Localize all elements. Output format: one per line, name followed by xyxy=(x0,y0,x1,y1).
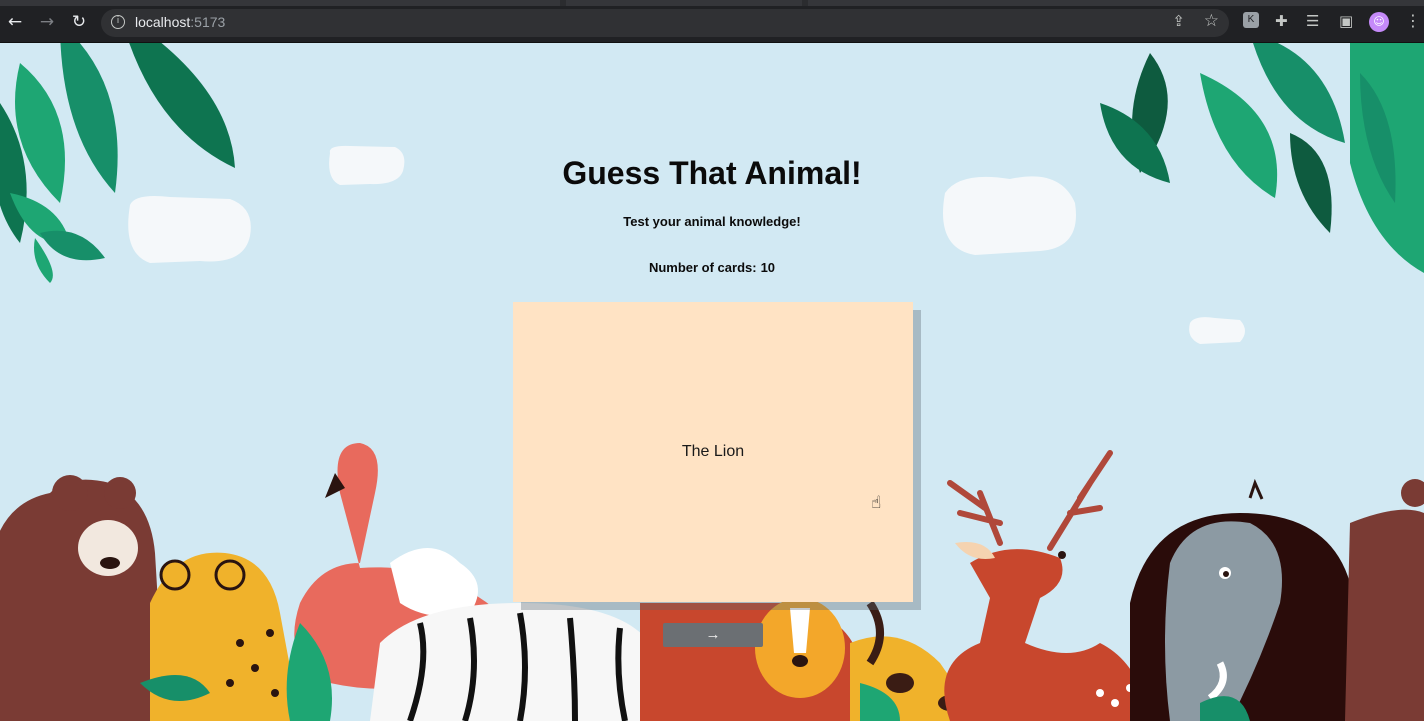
side-panel-icon[interactable]: ▣ xyxy=(1339,12,1353,30)
extension-k-icon[interactable]: K xyxy=(1243,12,1259,28)
browser-toolbar: ← → ↻ i localhost:5173 ⇪ ☆ K ✚ ☰ ▣ ☺ ⋮ xyxy=(0,0,1424,43)
star-icon[interactable]: ☆ xyxy=(1204,11,1219,31)
avatar[interactable]: ☺ xyxy=(1369,12,1389,32)
media-icon[interactable]: ☰ xyxy=(1306,12,1319,30)
next-card-button[interactable]: → xyxy=(663,623,763,647)
card-count-label: Number of cards: xyxy=(648,260,757,275)
page-subtitle: Test your animal knowledge! xyxy=(623,214,801,229)
hand-cursor-icon: ☝ xyxy=(871,493,882,513)
flashcard-text: The Lion xyxy=(681,443,745,460)
share-icon[interactable]: ⇪ xyxy=(1172,12,1185,30)
flashcard[interactable]: The Lion xyxy=(513,302,913,602)
cloud xyxy=(128,196,251,263)
back-arrow-icon[interactable]: ← xyxy=(4,11,26,33)
url-host: localhost xyxy=(135,14,191,30)
tab-strip xyxy=(0,0,1424,6)
puzzle-icon[interactable]: ✚ xyxy=(1275,12,1288,30)
bear-illustration-right xyxy=(1345,479,1424,721)
url-port: :5173 xyxy=(190,14,226,30)
kebab-menu-icon[interactable]: ⋮ xyxy=(1405,12,1421,30)
page: Guess That Animal! Test your animal know… xyxy=(0,43,1424,721)
cloud xyxy=(1189,317,1245,344)
bear-illustration xyxy=(0,475,165,721)
deer-illustration xyxy=(944,450,1150,721)
lion-illustration xyxy=(640,598,860,721)
info-icon[interactable]: i xyxy=(111,15,125,29)
forward-arrow-icon[interactable]: → xyxy=(36,11,58,33)
card-count-value: 10 xyxy=(760,260,776,275)
elephant-illustration xyxy=(1130,478,1350,721)
address-bar[interactable]: i localhost:5173 ⇪ ☆ xyxy=(101,9,1229,37)
card-count: Number of cards: 10 xyxy=(0,260,1424,275)
page-title: Guess That Animal! xyxy=(562,155,862,191)
url-text[interactable]: localhost:5173 xyxy=(135,14,225,30)
reload-icon[interactable]: ↻ xyxy=(68,11,90,33)
